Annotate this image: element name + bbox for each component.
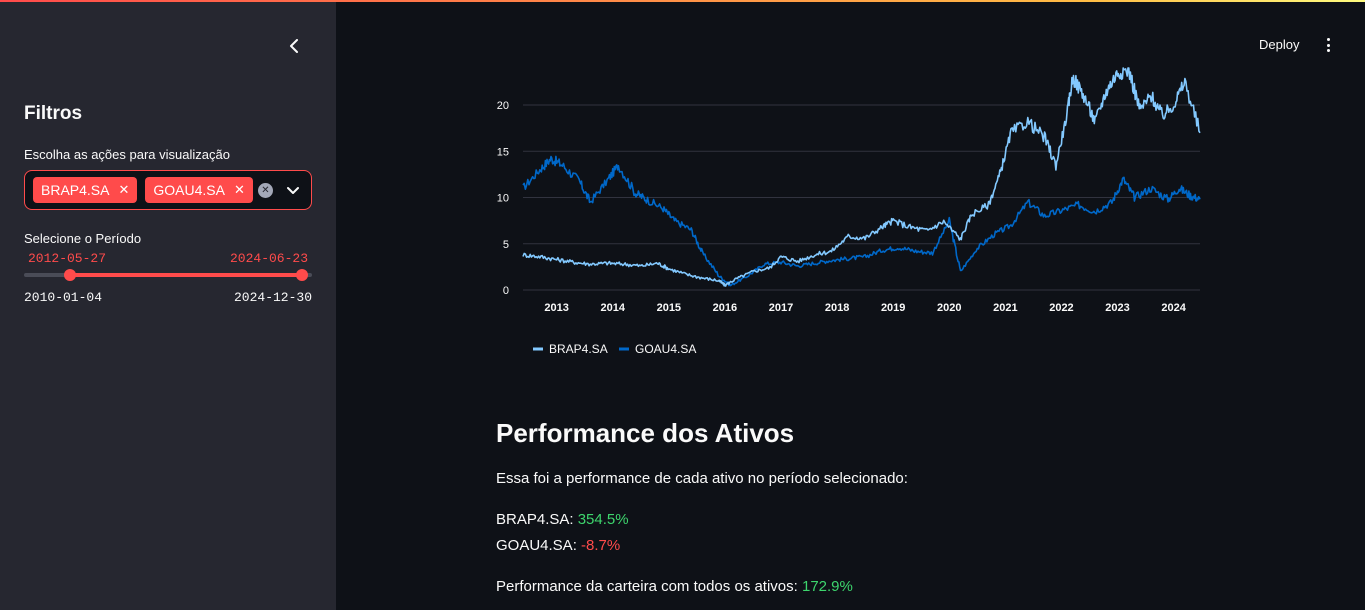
x-tick-label: 2014 xyxy=(601,302,626,314)
clear-all-icon[interactable]: ✕ xyxy=(258,183,273,198)
slider-track-fill xyxy=(70,273,302,277)
performance-intro: Essa foi a performance de cada ativo no … xyxy=(496,470,908,487)
portfolio-performance-value: 172.9% xyxy=(801,578,853,595)
y-tick-label: 20 xyxy=(497,100,509,112)
y-tick-label: 10 xyxy=(497,193,509,205)
performance-item-value: -8.7% xyxy=(581,537,621,554)
chevron-down-icon[interactable] xyxy=(287,183,299,201)
portfolio-performance: Performance da carteira com todos os ati… xyxy=(496,578,853,595)
legend-label: BRAP4.SA xyxy=(549,342,608,356)
performance-item-goau4: GOAU4.SA: -8.7% xyxy=(496,537,620,554)
x-tick-label: 2016 xyxy=(713,302,737,314)
top-decoration-bar xyxy=(0,0,1365,2)
stock-chip[interactable]: BRAP4.SA ✕ xyxy=(33,177,138,203)
stock-chip[interactable]: GOAU4.SA ✕ xyxy=(145,177,253,203)
performance-item-label: GOAU4.SA: xyxy=(496,537,582,554)
y-tick-label: 0 xyxy=(503,285,509,297)
x-tick-label: 2017 xyxy=(769,302,793,314)
slider-start-thumb[interactable] xyxy=(64,269,76,281)
x-tick-label: 2020 xyxy=(937,302,961,314)
slider-end-thumb[interactable] xyxy=(296,269,308,281)
performance-item-value: 354.5% xyxy=(577,511,629,528)
x-tick-label: 2022 xyxy=(1049,302,1073,314)
collapse-sidebar-button[interactable] xyxy=(283,35,305,57)
period-label: Selecione o Período xyxy=(24,231,142,246)
chevron-left-icon xyxy=(290,39,298,53)
sidebar-title: Filtros xyxy=(24,103,83,124)
x-tick-label: 2023 xyxy=(1105,302,1129,314)
y-tick-label: 5 xyxy=(503,239,509,251)
period-slider[interactable]: 2012-05-27 2024-06-23 2010-01-04 2024-12… xyxy=(24,250,312,310)
stock-chip-label: BRAP4.SA xyxy=(41,182,110,198)
remove-chip-icon[interactable]: ✕ xyxy=(234,182,245,198)
series-line-goau4-sa xyxy=(522,155,1201,287)
x-tick-label: 2015 xyxy=(657,302,681,314)
performance-title: Performance dos Ativos xyxy=(496,418,795,448)
x-tick-label: 2021 xyxy=(993,302,1017,314)
sidebar: Filtros Escolha as ações para visualizaç… xyxy=(0,0,336,610)
x-tick-label: 2024 xyxy=(1161,302,1186,314)
performance-item-label: BRAP4.SA: xyxy=(496,511,578,528)
slider-min-label: 2010-01-04 xyxy=(24,290,103,305)
deploy-button[interactable]: Deploy xyxy=(1259,37,1299,52)
legend-label: GOAU4.SA xyxy=(635,342,696,356)
x-tick-label: 2019 xyxy=(881,302,905,314)
main-menu-icon[interactable] xyxy=(1322,36,1334,54)
period-end-value: 2024-06-23 xyxy=(229,251,308,266)
stock-chip-label: GOAU4.SA xyxy=(153,182,225,198)
x-tick-label: 2013 xyxy=(544,302,568,314)
stock-price-chart: 0 5 10 15 20 2013 2014 2015 2016 2017 2018 2019 2020… xyxy=(497,67,1201,356)
remove-chip-icon[interactable]: ✕ xyxy=(118,182,129,198)
portfolio-performance-label: Performance da carteira com todos os ati… xyxy=(496,578,802,595)
stocks-multiselect[interactable]: BRAP4.SA ✕ GOAU4.SA ✕ ✕ xyxy=(24,170,312,210)
performance-item-brap4: BRAP4.SA: 354.5% xyxy=(496,511,629,528)
x-tick-label: 2018 xyxy=(825,302,849,314)
y-tick-label: 15 xyxy=(497,146,509,158)
slider-max-label: 2024-12-30 xyxy=(233,290,312,305)
period-start-value: 2012-05-27 xyxy=(28,251,107,266)
stocks-select-label: Escolha as ações para visualização xyxy=(24,147,230,162)
